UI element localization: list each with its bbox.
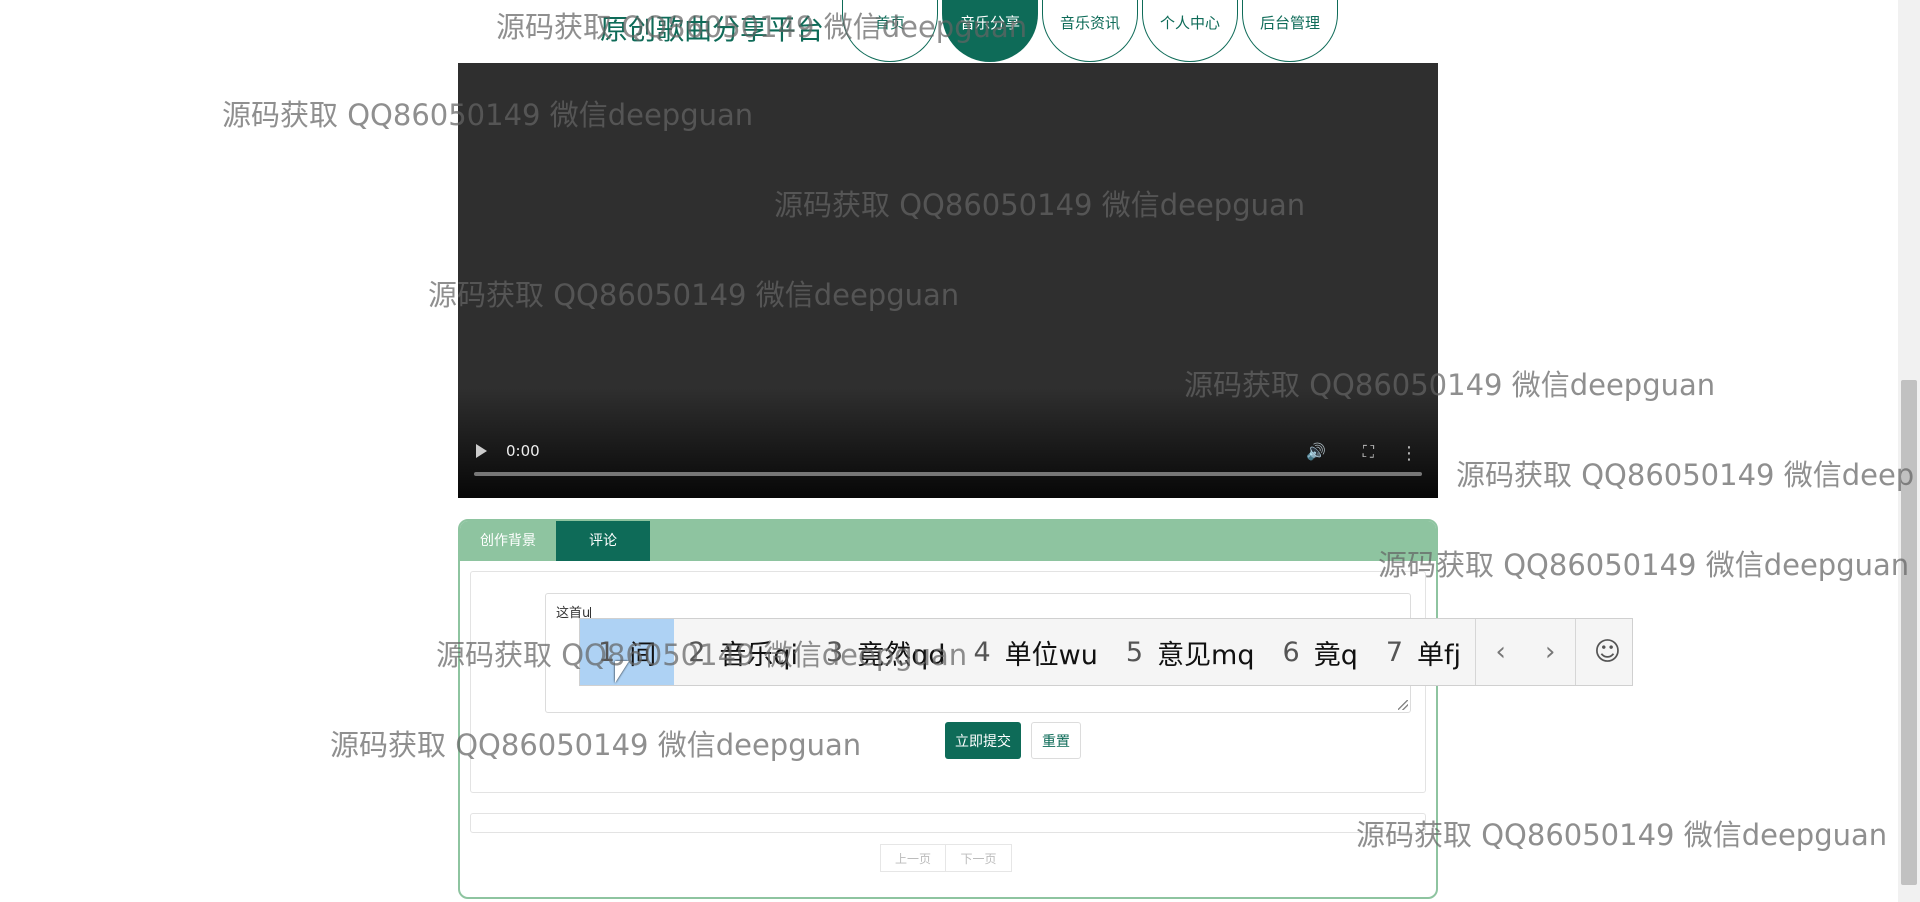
ime-candidate-text: 音乐qi [719,639,799,671]
ime-candidate[interactable]: 5 意见mq [1112,619,1269,685]
more-options-icon[interactable]: ⋮ [1400,443,1418,464]
chevron-right-icon[interactable]: › [1525,637,1574,667]
watermark-text: 源码获取 QQ86050149 微信deepguan [1378,548,1910,582]
ime-candidate-number: 3 [826,636,844,668]
play-icon[interactable] [476,444,487,458]
ime-candidate-number: 2 [688,636,706,668]
scrollbar-thumb[interactable] [1901,380,1917,885]
mouse-cursor-icon [615,661,629,683]
ime-candidate[interactable]: 2 音乐qi [674,619,812,685]
nav-item-music-share[interactable]: 音乐分享 [942,0,1038,62]
ime-candidate[interactable]: 3 竟然qd [812,619,959,685]
video-progress-bar[interactable] [474,472,1422,476]
ime-candidate-number: 4 [973,636,991,668]
video-controls-shade [458,388,1438,498]
site-title: 原创歌曲分享平台 [600,13,825,46]
ime-candidate[interactable]: 6 竟q [1269,619,1372,685]
ime-candidate-number: 1 [598,636,616,668]
nav-item-personal-center[interactable]: 个人中心 [1142,0,1238,62]
ime-candidate-bar: 1 间 2 音乐qi 3 竟然qd 4 单位wu 5 意见mq 6 竟q 7 单… [579,618,1633,686]
ime-emoji-icon[interactable]: ☺ [1576,637,1632,667]
ime-candidate[interactable]: 4 单位wu [959,619,1111,685]
ime-candidate-number: 6 [1282,636,1300,668]
ime-candidate[interactable]: 7 单fj [1372,619,1475,685]
ime-candidate-text: 单fj [1417,639,1462,671]
ime-candidate-text: 竟q [1313,639,1358,671]
tab-creation-background[interactable]: 创作背景 [460,521,556,561]
detail-tabs-panel: 创作背景 评论 这首u 立即提交 重置 上一页 下一页 [458,519,1438,899]
tab-comments[interactable]: 评论 [556,521,650,561]
submit-button[interactable]: 立即提交 [945,722,1021,759]
page-scrollbar[interactable] [1898,0,1920,902]
ime-candidate-text: 单位wu [1004,639,1098,671]
ime-candidate-number: 5 [1125,636,1144,668]
chevron-left-icon[interactable]: ‹ [1476,637,1525,667]
resize-handle-icon[interactable] [1398,700,1408,710]
prev-page-button[interactable]: 上一页 [880,844,946,872]
pagination: 上一页 下一页 [880,844,1012,872]
video-time: 0:00 [506,442,540,460]
watermark-text: 源码获取 QQ86050149 微信deep [1456,458,1915,492]
nav-item-admin[interactable]: 后台管理 [1242,0,1338,62]
nav-item-home[interactable]: 首页 [842,0,938,62]
ime-candidate-text: 间 [629,639,657,671]
nav-item-music-news[interactable]: 音乐资讯 [1042,0,1138,62]
fullscreen-icon[interactable]: ⛶ [1363,444,1374,462]
comment-list [470,813,1426,833]
volume-icon[interactable]: 🔊 [1306,442,1326,462]
ime-candidate-number: 7 [1385,636,1404,668]
tab-bar: 创作背景 评论 [460,521,1436,561]
ime-candidate-text: 意见mq [1157,639,1255,671]
reset-button[interactable]: 重置 [1031,722,1081,759]
video-player[interactable]: 0:00 🔊 ⛶ ⋮ [458,63,1438,498]
next-page-button[interactable]: 下一页 [946,844,1012,872]
ime-candidate-text: 竟然qd [857,639,946,671]
